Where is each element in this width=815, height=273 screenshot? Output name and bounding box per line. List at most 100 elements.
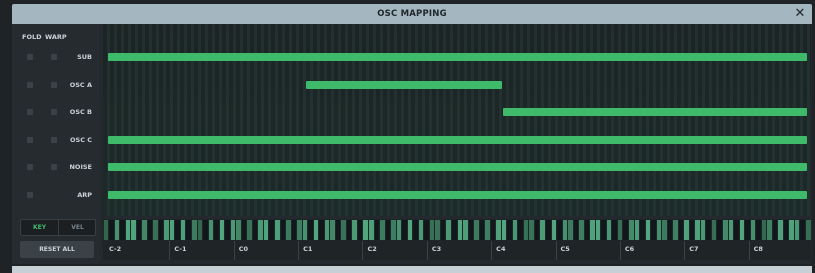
piano-key[interactable] bbox=[142, 220, 147, 240]
piano-key[interactable] bbox=[302, 220, 308, 240]
piano-key[interactable] bbox=[214, 220, 219, 240]
close-icon[interactable]: ✕ bbox=[792, 5, 808, 23]
piano-key[interactable] bbox=[286, 220, 291, 240]
piano-key[interactable] bbox=[247, 220, 252, 240]
piano-key[interactable] bbox=[573, 220, 579, 240]
piano-key[interactable] bbox=[678, 220, 684, 240]
piano-key[interactable] bbox=[120, 220, 125, 240]
piano-key[interactable] bbox=[341, 220, 346, 240]
piano-key[interactable] bbox=[418, 220, 424, 240]
piano-key[interactable] bbox=[164, 220, 169, 240]
piano-key[interactable] bbox=[463, 220, 468, 240]
piano-key[interactable] bbox=[225, 220, 230, 240]
piano-key[interactable] bbox=[800, 220, 805, 240]
piano-key[interactable] bbox=[540, 220, 545, 240]
piano-key[interactable] bbox=[451, 220, 457, 240]
piano-key[interactable] bbox=[590, 220, 595, 240]
piano-key[interactable] bbox=[440, 220, 446, 240]
piano-key[interactable] bbox=[369, 220, 374, 240]
piano-key[interactable] bbox=[446, 220, 451, 240]
piano-key[interactable] bbox=[147, 220, 153, 240]
piano-key[interactable] bbox=[413, 220, 418, 240]
piano-key[interactable] bbox=[767, 220, 772, 240]
piano-key[interactable] bbox=[208, 220, 214, 240]
piano-key[interactable] bbox=[794, 220, 800, 240]
piano-key[interactable] bbox=[717, 220, 722, 240]
piano-key[interactable] bbox=[479, 220, 485, 240]
piano-key[interactable] bbox=[274, 220, 280, 240]
piano-key[interactable] bbox=[153, 220, 158, 240]
piano-key[interactable] bbox=[197, 220, 203, 240]
piano-keyboard[interactable] bbox=[103, 219, 811, 241]
reset-all-button[interactable]: RESET ALL bbox=[20, 241, 94, 258]
piano-key[interactable] bbox=[601, 220, 606, 240]
piano-key[interactable] bbox=[557, 220, 562, 240]
piano-key[interactable] bbox=[346, 220, 352, 240]
piano-key[interactable] bbox=[756, 220, 761, 240]
piano-key[interactable] bbox=[546, 220, 551, 240]
range-bar[interactable] bbox=[108, 53, 807, 61]
piano-key[interactable] bbox=[385, 220, 391, 240]
piano-key[interactable] bbox=[518, 220, 523, 240]
piano-key[interactable] bbox=[734, 220, 739, 240]
piano-key[interactable] bbox=[407, 220, 413, 240]
piano-key[interactable] bbox=[662, 220, 667, 240]
key-vel-toggle[interactable]: KEY VEL bbox=[20, 219, 96, 236]
piano-key[interactable] bbox=[695, 220, 700, 240]
piano-key[interactable] bbox=[634, 220, 640, 240]
piano-key[interactable] bbox=[169, 220, 175, 240]
piano-key[interactable] bbox=[529, 220, 534, 240]
piano-key[interactable] bbox=[485, 220, 490, 240]
piano-key[interactable] bbox=[612, 220, 617, 240]
piano-key[interactable] bbox=[684, 220, 689, 240]
piano-key[interactable] bbox=[175, 220, 180, 240]
piano-key[interactable] bbox=[402, 220, 407, 240]
fold-checkbox[interactable] bbox=[27, 136, 33, 143]
piano-key[interactable] bbox=[512, 220, 518, 240]
piano-key[interactable] bbox=[617, 220, 623, 240]
piano-key[interactable] bbox=[136, 220, 142, 240]
piano-key[interactable] bbox=[335, 220, 341, 240]
piano-key[interactable] bbox=[750, 220, 756, 240]
piano-key[interactable] bbox=[391, 220, 396, 240]
piano-key[interactable] bbox=[241, 220, 247, 240]
piano-key[interactable] bbox=[313, 220, 319, 240]
warp-checkbox[interactable] bbox=[51, 136, 57, 143]
piano-key[interactable] bbox=[429, 220, 435, 240]
range-bar[interactable] bbox=[108, 135, 807, 144]
piano-key[interactable] bbox=[501, 220, 507, 240]
warp-checkbox[interactable] bbox=[51, 109, 57, 115]
piano-key[interactable] bbox=[330, 220, 335, 240]
piano-key[interactable] bbox=[219, 220, 225, 240]
piano-key[interactable] bbox=[651, 220, 656, 240]
piano-key[interactable] bbox=[628, 220, 634, 240]
piano-key[interactable] bbox=[772, 220, 778, 240]
piano-key[interactable] bbox=[523, 220, 529, 240]
fold-checkbox[interactable] bbox=[27, 54, 33, 60]
piano-key[interactable] bbox=[297, 220, 302, 240]
piano-key[interactable] bbox=[269, 220, 274, 240]
fold-checkbox[interactable] bbox=[27, 109, 33, 115]
fold-checkbox[interactable] bbox=[27, 191, 33, 198]
piano-key[interactable] bbox=[584, 220, 590, 240]
piano-key[interactable] bbox=[673, 220, 678, 240]
piano-key[interactable] bbox=[374, 220, 380, 240]
piano-key[interactable] bbox=[424, 220, 429, 240]
range-bar[interactable] bbox=[305, 80, 503, 89]
piano-key[interactable] bbox=[125, 220, 131, 240]
warp-checkbox[interactable] bbox=[51, 81, 57, 88]
piano-key[interactable] bbox=[180, 220, 186, 240]
piano-key[interactable] bbox=[474, 220, 479, 240]
piano-key[interactable] bbox=[103, 220, 109, 240]
key-mode-button[interactable]: KEY bbox=[21, 220, 58, 235]
piano-key[interactable] bbox=[723, 220, 728, 240]
piano-key[interactable] bbox=[252, 220, 258, 240]
piano-key[interactable] bbox=[534, 220, 540, 240]
piano-key[interactable] bbox=[640, 220, 645, 240]
warp-checkbox[interactable] bbox=[51, 164, 57, 170]
fold-checkbox[interactable] bbox=[27, 81, 33, 88]
piano-key[interactable] bbox=[363, 220, 368, 240]
piano-key[interactable] bbox=[236, 220, 241, 240]
piano-key[interactable] bbox=[689, 220, 695, 240]
vel-mode-button[interactable]: VEL bbox=[58, 220, 96, 235]
